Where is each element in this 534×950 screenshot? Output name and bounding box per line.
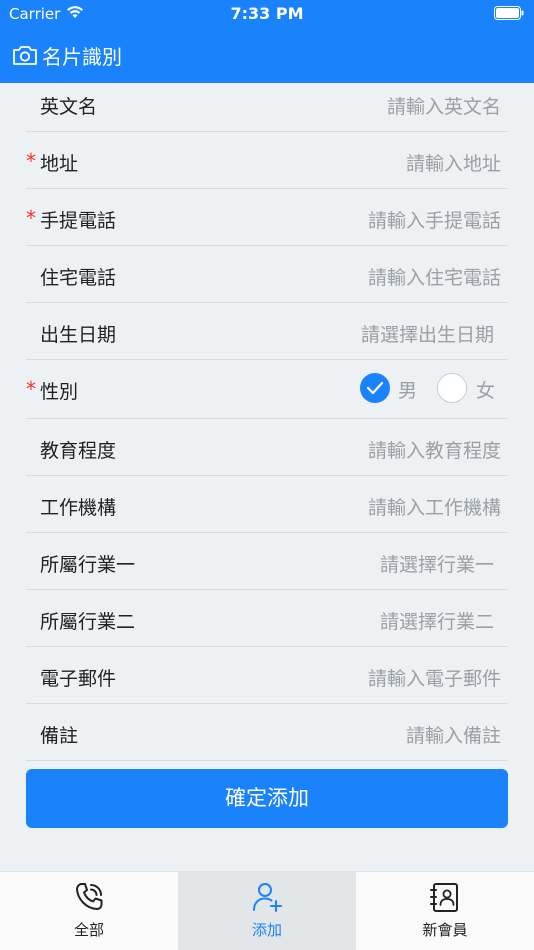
gender-female-label[interactable]: 女 — [476, 376, 495, 403]
tab-add[interactable]: 添加 — [178, 872, 356, 950]
top-bar: Carrier 7:33 PM 名片識別 — [0, 0, 534, 83]
battery-icon — [494, 6, 524, 20]
birth-date-row[interactable]: 出生日期 請選擇出生日期 — [26, 303, 508, 360]
confirm-add-button[interactable]: 確定添加 — [26, 769, 508, 828]
tab-all[interactable]: 全部 — [0, 872, 178, 950]
tab-new-member-label: 新會員 — [422, 921, 468, 939]
tab-new-member[interactable]: 新會員 — [356, 872, 534, 950]
education-label: 教育程度 — [40, 440, 117, 462]
required-mark: * — [26, 206, 36, 230]
gender-male-label[interactable]: 男 — [398, 376, 417, 403]
contact-card-icon — [430, 883, 458, 912]
address-row[interactable]: * 地址 請輸入地址 — [26, 132, 508, 189]
industry-one-row[interactable]: 所屬行業一 請選擇行業一 — [26, 533, 508, 590]
gender-male-radio[interactable] — [360, 373, 390, 403]
mobile-phone-row[interactable]: * 手提電話 請輸入手提電話 — [26, 189, 508, 246]
home-phone-input[interactable]: 請輸入住宅電話 — [368, 263, 501, 290]
english-name-row[interactable]: 英文名 請輸入英文名 — [26, 83, 508, 132]
nav-bar: 名片識別 — [0, 38, 534, 72]
industry-two-picker[interactable]: 請選擇行業二 — [380, 607, 494, 634]
add-user-icon — [253, 883, 282, 912]
organization-input[interactable]: 請輸入工作機構 — [368, 493, 501, 520]
home-phone-label: 住宅電話 — [40, 267, 117, 289]
english-name-label: 英文名 — [40, 96, 98, 118]
industry-two-row[interactable]: 所屬行業二 請選擇行業二 — [26, 590, 508, 647]
tab-bar: 全部 添加 新會員 — [0, 871, 534, 950]
email-input[interactable]: 請輸入電子郵件 — [368, 664, 501, 691]
birth-date-picker[interactable]: 請選擇出生日期 — [361, 320, 494, 347]
english-name-input[interactable]: 請輸入英文名 — [387, 92, 501, 119]
contact-form: 英文名 請輸入英文名 * 地址 請輸入地址 * 手提電話 請輸入手提電話 住宅電… — [26, 83, 508, 761]
gender-row: * 性別 男 女 — [26, 360, 508, 419]
required-mark: * — [26, 377, 36, 401]
home-phone-row[interactable]: 住宅電話 請輸入住宅電話 — [26, 246, 508, 303]
mobile-phone-input[interactable]: 請輸入手提電話 — [368, 206, 501, 233]
tab-all-label: 全部 — [73, 921, 104, 939]
industry-one-label: 所屬行業一 — [40, 554, 136, 576]
email-row[interactable]: 電子郵件 請輸入電子郵件 — [26, 647, 508, 704]
remarks-row[interactable]: 備註 請輸入備註 — [26, 704, 508, 761]
remarks-label: 備註 — [40, 725, 79, 747]
education-input[interactable]: 請輸入教育程度 — [368, 436, 501, 463]
industry-one-picker[interactable]: 請選擇行業一 — [380, 550, 494, 577]
clock: 7:33 PM — [230, 4, 304, 23]
camera-icon[interactable] — [12, 44, 38, 66]
address-label: 地址 — [40, 153, 79, 175]
tab-add-label: 添加 — [251, 921, 282, 939]
education-row[interactable]: 教育程度 請輸入教育程度 — [26, 419, 508, 476]
gender-label: 性別 — [40, 381, 79, 403]
nav-title: 名片識別 — [42, 45, 122, 69]
check-icon — [366, 381, 384, 395]
phone-icon — [76, 883, 103, 910]
organization-row[interactable]: 工作機構 請輸入工作機構 — [26, 476, 508, 533]
remarks-input[interactable]: 請輸入備註 — [406, 721, 501, 748]
required-mark: * — [26, 149, 36, 173]
industry-two-label: 所屬行業二 — [40, 611, 136, 633]
organization-label: 工作機構 — [40, 497, 117, 519]
mobile-phone-label: 手提電話 — [40, 210, 117, 232]
email-label: 電子郵件 — [40, 668, 117, 690]
gender-female-radio[interactable] — [437, 373, 467, 403]
birth-date-label: 出生日期 — [40, 324, 117, 346]
address-input[interactable]: 請輸入地址 — [406, 149, 501, 176]
status-bar: Carrier 7:33 PM — [0, 0, 534, 28]
